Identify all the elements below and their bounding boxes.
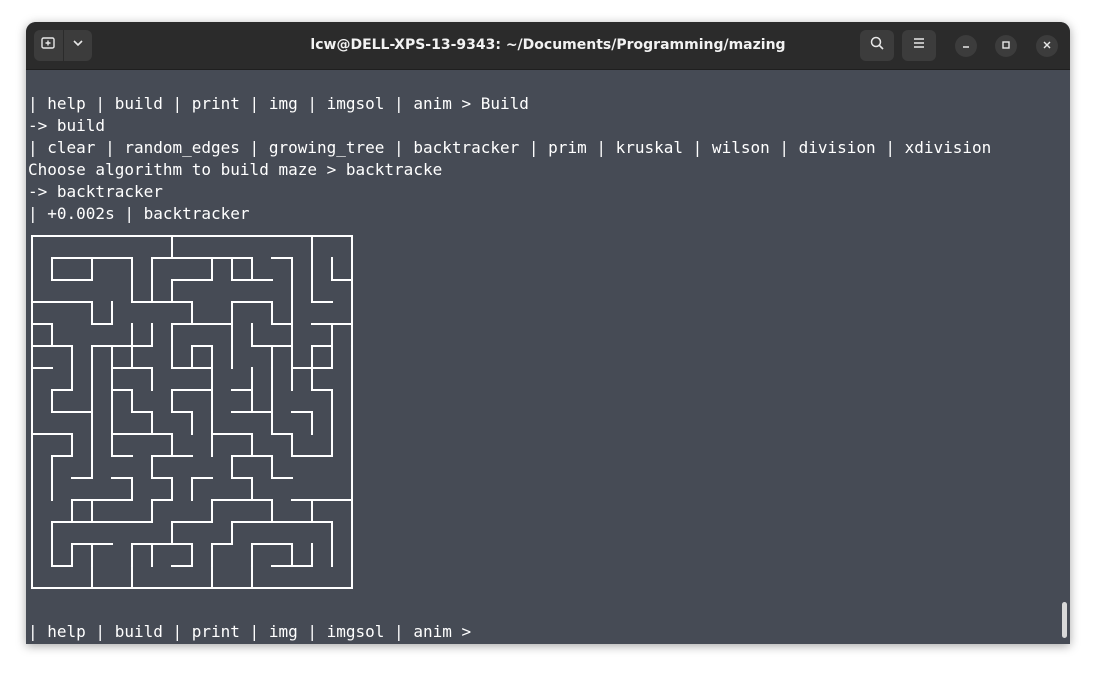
terminal-line: -> backtracker: [28, 182, 163, 201]
terminal-line: Choose algorithm to build maze > backtra…: [28, 160, 443, 179]
search-button[interactable]: [860, 30, 894, 61]
command-prompt[interactable]: | help | build | print | img | imgsol | …: [28, 621, 481, 643]
terminal-window: lcw@DELL-XPS-13-9343: ~/Documents/Progra…: [26, 22, 1070, 644]
close-icon: [1042, 37, 1052, 55]
hamburger-menu-icon: [912, 36, 926, 55]
title-bar: lcw@DELL-XPS-13-9343: ~/Documents/Progra…: [26, 22, 1070, 70]
terminal-line: | help | build | print | img | imgsol | …: [28, 94, 529, 113]
search-icon: [869, 35, 885, 56]
maze-drawing: [31, 235, 353, 589]
terminal-line: | +0.002s | backtracker: [28, 204, 250, 223]
terminal-line: -> build: [28, 116, 106, 135]
minimize-icon: [961, 37, 971, 55]
scrollbar-thumb[interactable]: [1062, 602, 1067, 638]
menu-button[interactable]: [902, 30, 936, 61]
terminal-output[interactable]: | help | build | print | img | imgsol | …: [26, 70, 1070, 644]
maximize-icon: [1001, 37, 1011, 55]
close-button[interactable]: [1036, 35, 1058, 57]
maximize-button[interactable]: [995, 35, 1017, 57]
terminal-line: | clear | random_edges | growing_tree | …: [28, 138, 992, 157]
minimize-button[interactable]: [955, 35, 977, 57]
